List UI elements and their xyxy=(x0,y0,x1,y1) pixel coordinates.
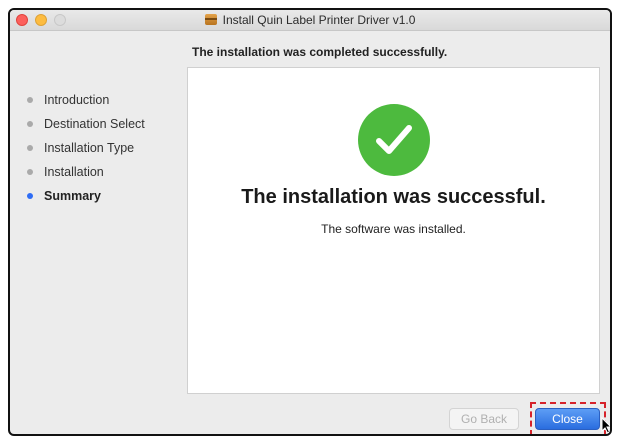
step-destination-select: Destination Select xyxy=(24,112,184,136)
step-label: Summary xyxy=(44,189,101,203)
step-label: Installation xyxy=(44,165,104,179)
installer-window: Install Quin Label Printer Driver v1.0 T… xyxy=(8,8,612,436)
step-bullet-icon xyxy=(27,169,33,175)
step-installation: Installation xyxy=(24,160,184,184)
window-title: Install Quin Label Printer Driver v1.0 xyxy=(222,13,416,27)
success-headline: The installation was successful. xyxy=(241,186,546,208)
success-detail: The software was installed. xyxy=(321,222,466,236)
close-button-highlight xyxy=(530,402,606,434)
page-subtitle: The installation was completed successfu… xyxy=(192,45,448,59)
installer-steps: Introduction Destination Select Installa… xyxy=(24,88,184,208)
step-label: Installation Type xyxy=(44,141,135,155)
step-label: Destination Select xyxy=(44,117,145,131)
title-bar[interactable]: Install Quin Label Printer Driver v1.0 xyxy=(10,10,610,31)
step-introduction: Introduction xyxy=(24,88,184,112)
step-bullet-icon xyxy=(27,121,33,127)
step-bullet-icon xyxy=(27,97,33,103)
step-installation-type: Installation Type xyxy=(24,136,184,160)
go-back-button[interactable]: Go Back xyxy=(449,408,519,430)
step-summary: Summary xyxy=(24,184,184,208)
step-label: Introduction xyxy=(44,93,110,107)
success-check-icon xyxy=(358,104,430,176)
content-panel: The installation was successful. The sof… xyxy=(187,67,600,394)
mouse-pointer-icon xyxy=(601,417,610,434)
step-bullet-icon xyxy=(27,145,33,151)
package-icon xyxy=(204,14,217,25)
step-bullet-icon xyxy=(27,193,33,199)
